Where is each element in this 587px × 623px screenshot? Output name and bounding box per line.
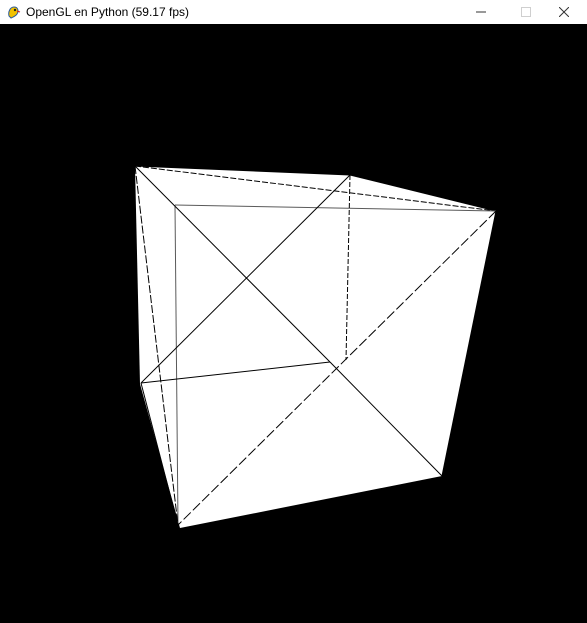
close-button[interactable] bbox=[541, 0, 587, 24]
title-bar[interactable]: OpenGL en Python (59.17 fps) bbox=[0, 0, 587, 24]
minimize-icon bbox=[476, 7, 486, 17]
pygame-snake-icon bbox=[6, 4, 22, 20]
window-title: OpenGL en Python (59.17 fps) bbox=[26, 5, 189, 19]
cube-render bbox=[134, 165, 497, 528]
minimize-button[interactable] bbox=[458, 0, 504, 24]
maximize-icon bbox=[521, 7, 531, 17]
app-window: OpenGL en Python (59.17 fps) bbox=[0, 0, 587, 623]
close-icon bbox=[559, 7, 569, 17]
opengl-viewport[interactable] bbox=[0, 24, 587, 623]
